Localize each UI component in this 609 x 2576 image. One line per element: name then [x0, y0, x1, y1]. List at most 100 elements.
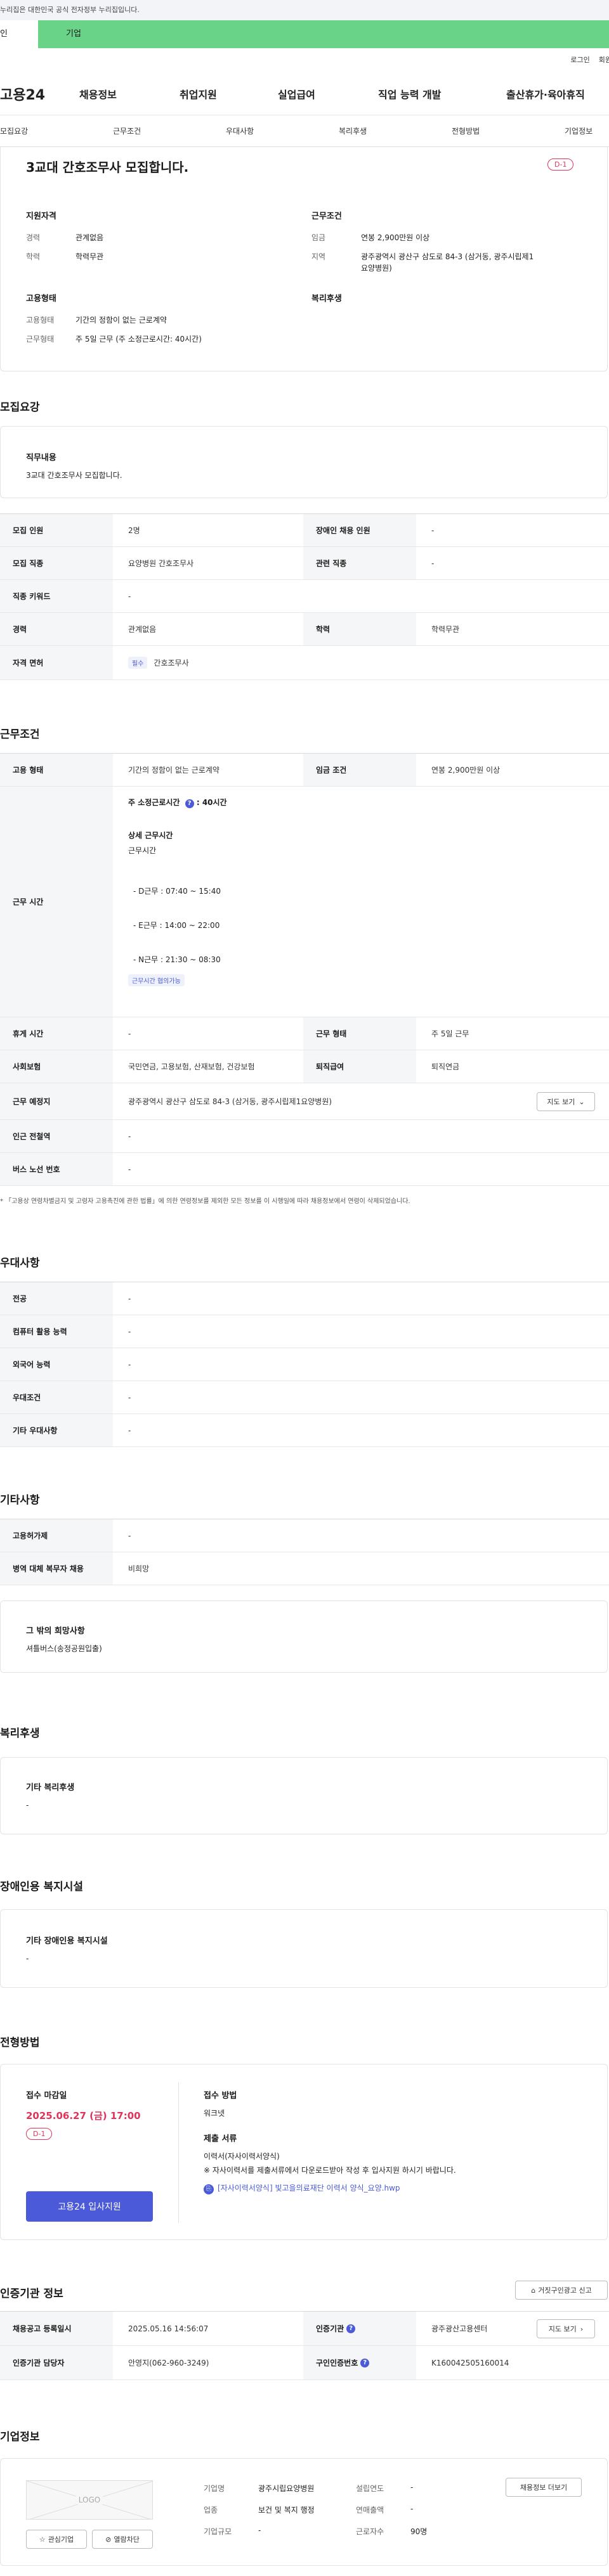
- info-icon[interactable]: ?: [346, 2324, 356, 2333]
- logo-text: LOGO: [75, 2496, 103, 2504]
- gov-banner-text: 누리집은 대한민국 공식 전자정부 누리집입니다.: [0, 6, 140, 14]
- subnav-conditions[interactable]: 근무조건: [113, 126, 141, 136]
- job-title: 3교대 간호조무사 모집합니다.: [26, 160, 189, 175]
- shift-n: - N근무 : 21:30 ~ 08:30: [133, 955, 221, 964]
- summary-card: 3교대 간호조무사 모집합니다. D-1 지원자격 경력 관계없음 학력 학력무…: [0, 147, 608, 371]
- welfare-title: 복리후생: [311, 294, 342, 304]
- wish-card: 그 밖의 희망사항 셔틀버스(송정공원입출): [0, 1600, 608, 1673]
- disabled-fac-title: 기타 장애인용 복지시설: [26, 1936, 108, 1946]
- license-label: 자격 면허: [0, 646, 113, 679]
- fav-button-label: 관심기업: [48, 2535, 74, 2544]
- report-button[interactable]: ⌂ 거짓구인광고 신고: [515, 2281, 608, 2300]
- station-label: 인근 전철역: [0, 1120, 113, 1152]
- table-row: 기타 우대사항 -: [0, 1414, 609, 1447]
- jobs-button[interactable]: 채용정보 더보기: [506, 2478, 582, 2497]
- cond-title: 근무조건: [311, 212, 342, 221]
- wage-label: 임금 조건: [303, 754, 416, 786]
- table-row: 모집 인원 2명 장애인 채용 인원 -: [0, 514, 609, 547]
- nav-training[interactable]: 직업 능력 개발: [378, 86, 441, 101]
- nav-employment-support[interactable]: 취업지원: [180, 86, 217, 101]
- info-icon[interactable]: ?: [185, 799, 194, 808]
- disabled-fac-heading: 장애인용 복지시설: [0, 1881, 84, 1893]
- fav-button[interactable]: ☆ 관심기업: [26, 2530, 87, 2549]
- job-label: 모집 직종: [0, 547, 113, 579]
- subnav-selection[interactable]: 전형방법: [452, 126, 480, 136]
- star-icon: ☆: [39, 2535, 46, 2544]
- bus-label: 버스 노선 번호: [0, 1153, 113, 1185]
- nav-parental-leave[interactable]: 출산휴가·육아휴직: [506, 86, 585, 101]
- login-link[interactable]: 로그인: [570, 56, 589, 64]
- headcount-value: 2명: [128, 526, 140, 535]
- license-value: 간호조무사: [154, 659, 189, 667]
- duty-title: 직무내용: [26, 453, 56, 463]
- block-icon: ⊘: [105, 2535, 112, 2544]
- sales-value: -: [410, 2504, 414, 2513]
- recruit-heading: 모집요강: [0, 401, 40, 414]
- info-icon[interactable]: ?: [360, 2358, 370, 2367]
- emp-type-label: 고용형태: [26, 316, 55, 325]
- hours-main-label: 주 소정근로시간: [128, 798, 180, 807]
- agency-heading: 인증기관 정보: [0, 2288, 63, 2300]
- subnav-preference[interactable]: 우대사항: [226, 126, 254, 136]
- chevron-down-icon: ⌄: [579, 1097, 585, 1106]
- map-button[interactable]: 지도 보기 ⌄: [537, 1092, 595, 1111]
- block-button[interactable]: ⊘ 열람차단: [92, 2530, 153, 2549]
- hours-label: 근무 시간: [0, 787, 113, 1017]
- apply-button[interactable]: 고용24 입사지원: [26, 2191, 153, 2222]
- table-row: 병역 대체 복무자 채용 비희망: [0, 1552, 609, 1585]
- wage-value: 연봉 2,900만원 이상: [431, 766, 501, 775]
- nav-unemployment[interactable]: 실업급여: [278, 86, 315, 101]
- report-button-label: 거짓구인광고 신고: [538, 2286, 592, 2295]
- military-value: 비희망: [128, 1564, 150, 1573]
- qual-title: 지원자격: [26, 212, 56, 221]
- wish-title: 그 밖의 희망사항: [26, 1626, 85, 1636]
- military-label: 병역 대체 복무자 채용: [0, 1552, 113, 1585]
- edu-label: 학력: [26, 252, 41, 261]
- edu-label: 학력: [303, 613, 416, 645]
- tab-individual[interactable]: 인: [0, 20, 38, 48]
- signup-link[interactable]: 회원: [599, 56, 609, 64]
- global-nav: 고용24 채용정보 취업지원 실업급여 직업 능력 개발 출산휴가·육아휴직: [0, 72, 609, 115]
- edu-value: 학력무관: [75, 252, 104, 261]
- career-value: 관계없음: [75, 233, 104, 242]
- computer-value: -: [128, 1327, 131, 1336]
- gov-banner: 누리집은 대한민국 공식 전자정부 누리집입니다.: [0, 0, 609, 20]
- wage-value: 연봉 2,900만원 이상: [361, 233, 430, 242]
- nav-jobs[interactable]: 채용정보: [79, 86, 117, 101]
- block-button-label: 열람차단: [114, 2535, 140, 2544]
- org-label: 인증기관?: [303, 2312, 416, 2345]
- welfare-etc-title: 기타 복리후생: [26, 1783, 75, 1793]
- detail-title: 상세 근무시간: [128, 831, 173, 840]
- agency-map-button[interactable]: 지도 보기 ›: [537, 2319, 595, 2338]
- region-label: 지역: [311, 252, 326, 261]
- keyword-value: -: [128, 591, 131, 601]
- subnav-company[interactable]: 기업정보: [565, 126, 593, 136]
- contact-label: 인증기관 담당자: [0, 2346, 113, 2380]
- dday-badge: D-1: [547, 158, 574, 171]
- name-label: 기업명: [204, 2484, 225, 2493]
- permit-label: 고용허가제: [0, 1519, 113, 1552]
- name-value: 광주시립요양병원: [258, 2484, 315, 2493]
- disabled-fac-value: -: [26, 1954, 29, 1963]
- table-row: 휴게 시간 - 근무 형태 주 5일 근무: [0, 1017, 609, 1050]
- lang-label: 외국어 능력: [0, 1348, 113, 1381]
- selection-card: 접수 마감일 2025.06.27 (금) 17:00 D-1 고용24 입사지…: [0, 2064, 608, 2240]
- shift-d: - D근무 : 07:40 ~ 15:40: [133, 887, 221, 896]
- user-type-tabs: 인 기업: [0, 20, 609, 48]
- table-row: 전공 -: [0, 1282, 609, 1315]
- rest-value: -: [128, 1029, 131, 1038]
- table-row: 근무 예정지 광주광역시 광산구 삼도로 84-3 (삼거동, 광주시립제1요양…: [0, 1083, 609, 1120]
- lang-value: -: [128, 1360, 131, 1369]
- severance-label: 퇴직급여: [303, 1050, 416, 1083]
- site-logo[interactable]: 고용24: [0, 84, 79, 104]
- no-label-text: 구인인증번호: [316, 2359, 358, 2367]
- duty-text: 3교대 간호조무사 모집합니다.: [26, 471, 122, 480]
- keyword-label: 직종 키워드: [0, 580, 113, 612]
- region-value-1: 광주광역시 광산구 삼도로 84-3 (삼거동, 광주시립제1: [361, 252, 534, 261]
- table-row: 모집 직종 요양병원 간호조무사 관련 직종 -: [0, 547, 609, 580]
- tab-company[interactable]: 기업: [38, 20, 609, 48]
- docs-file-link[interactable]: ⎘ [자사이력서양식] 빛고을의료재단 이력서 양식_요양.hwp: [204, 2182, 400, 2194]
- subnav-recruit[interactable]: 모집요강: [0, 126, 28, 136]
- table-row: 우대조건 -: [0, 1381, 609, 1414]
- subnav-welfare[interactable]: 복리후생: [339, 126, 367, 136]
